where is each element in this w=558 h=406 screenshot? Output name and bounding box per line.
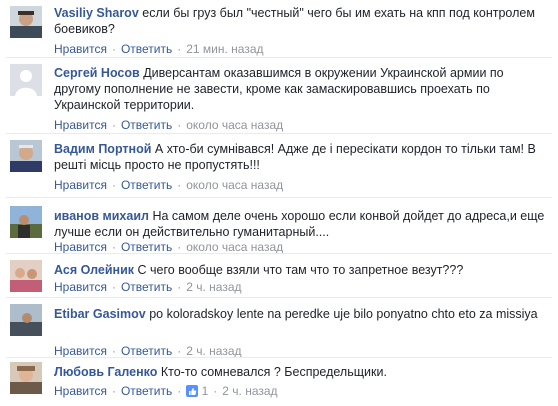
- comment: Ася Олейник С чего вообще взяли что там …: [0, 254, 558, 296]
- comment-timestamp[interactable]: около часа назад: [186, 118, 283, 132]
- separator: ·: [111, 280, 116, 294]
- separator: ·: [111, 118, 116, 132]
- avatar[interactable]: [10, 64, 42, 96]
- like-link[interactable]: Нравится: [54, 384, 107, 398]
- comment: Etibar Gasimov po koloradskoy lente na p…: [0, 298, 558, 358]
- thumbs-up-icon: [186, 385, 199, 397]
- reply-link[interactable]: Ответить: [121, 280, 172, 294]
- separator: ·: [111, 178, 116, 192]
- comment-author[interactable]: Сергей Носов: [54, 66, 140, 80]
- comment-author[interactable]: Vasiliy Sharov: [54, 6, 139, 20]
- comment-author[interactable]: Любовь Галенко: [54, 365, 157, 379]
- comment-author[interactable]: Вадим Портной: [54, 142, 151, 156]
- separator: ·: [111, 42, 116, 56]
- comment-timestamp[interactable]: 2 ч. назад: [186, 280, 241, 294]
- like-link[interactable]: Нравится: [54, 240, 107, 254]
- reply-link[interactable]: Ответить: [121, 344, 172, 358]
- like-link[interactable]: Нравится: [54, 344, 107, 358]
- reply-link[interactable]: Ответить: [121, 118, 172, 132]
- comment-text: С чего вообще взяли что там что то запре…: [137, 263, 464, 277]
- avatar[interactable]: [10, 206, 42, 238]
- avatar[interactable]: [10, 140, 42, 172]
- comment-timestamp[interactable]: 2 ч. назад: [222, 384, 277, 398]
- comment-timestamp[interactable]: 2 ч. назад: [186, 344, 241, 358]
- avatar[interactable]: [10, 6, 42, 38]
- comment: Любовь Галенко Кто-то сомневался ? Беспр…: [0, 358, 558, 406]
- reply-link[interactable]: Ответить: [121, 178, 172, 192]
- comment-text: Кто-то сомневался ? Беспредельщики.: [160, 365, 387, 379]
- separator: ·: [177, 280, 182, 294]
- avatar[interactable]: [10, 304, 42, 336]
- separator: ·: [213, 384, 218, 398]
- comment-author[interactable]: иванов михаил: [54, 209, 149, 223]
- comment: Vasiliy Sharov если бы груз был "честный…: [0, 0, 558, 56]
- comment-timestamp[interactable]: около часа назад: [186, 240, 283, 254]
- comment: Сергей Носов Диверсантам оказавшимся в о…: [0, 58, 558, 132]
- separator: ·: [111, 384, 116, 398]
- reply-link[interactable]: Ответить: [121, 42, 172, 56]
- separator: ·: [177, 42, 182, 56]
- like-link[interactable]: Нравится: [54, 178, 107, 192]
- reply-link[interactable]: Ответить: [121, 240, 172, 254]
- separator: ·: [177, 118, 182, 132]
- separator: ·: [111, 344, 116, 358]
- separator: ·: [177, 344, 182, 358]
- avatar[interactable]: [10, 362, 42, 394]
- separator: ·: [177, 384, 182, 398]
- comment-timestamp[interactable]: около часа назад: [186, 178, 283, 192]
- like-link[interactable]: Нравится: [54, 42, 107, 56]
- separator: ·: [177, 178, 182, 192]
- comment-text: po koloradskoy lente na peredke uje bilo…: [149, 307, 538, 321]
- separator: ·: [111, 240, 116, 254]
- separator: ·: [177, 240, 182, 254]
- reply-link[interactable]: Ответить: [121, 384, 172, 398]
- comment: Вадим Портной А хто-би сумнівався! Адже …: [0, 134, 558, 196]
- avatar[interactable]: [10, 260, 42, 292]
- comment-timestamp[interactable]: 21 мин. назад: [186, 42, 263, 56]
- comment: иванов михаил На самом деле очень хорошо…: [0, 198, 558, 254]
- comment-author[interactable]: Etibar Gasimov: [54, 307, 146, 321]
- comment-author[interactable]: Ася Олейник: [54, 263, 134, 277]
- like-link[interactable]: Нравится: [54, 280, 107, 294]
- likes-count[interactable]: 1: [186, 384, 208, 398]
- like-link[interactable]: Нравится: [54, 118, 107, 132]
